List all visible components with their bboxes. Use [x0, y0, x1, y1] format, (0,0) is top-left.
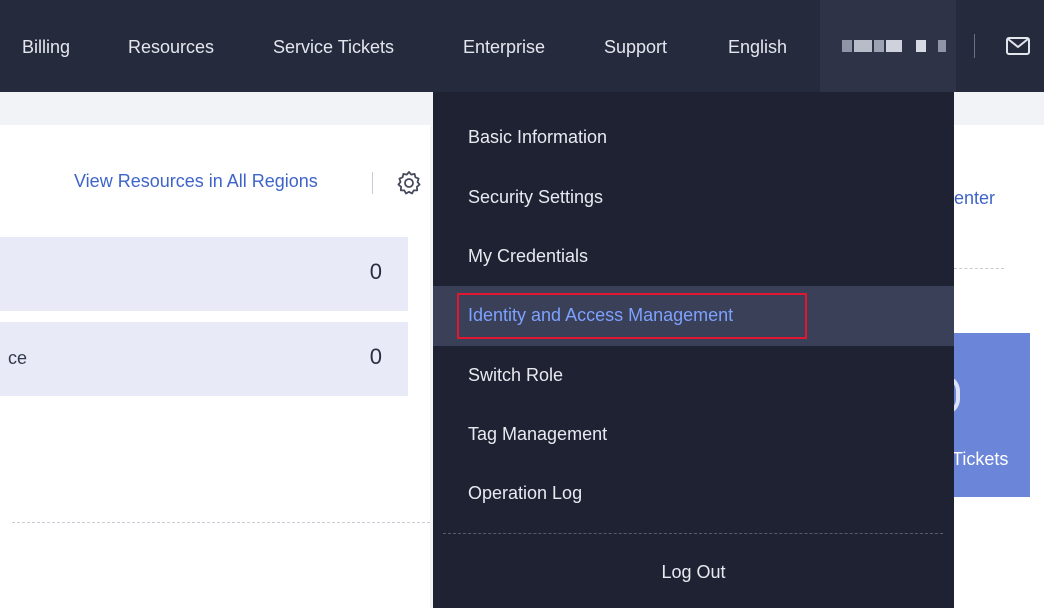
nav-language[interactable]: English: [728, 36, 787, 58]
menu-item-basic-information[interactable]: Basic Information: [433, 108, 954, 168]
center-link[interactable]: enter: [954, 188, 995, 209]
gear-icon[interactable]: [396, 170, 422, 196]
logout-button[interactable]: Log Out: [433, 544, 954, 604]
menu-item-label: Basic Information: [468, 127, 608, 147]
menu-item-security-settings[interactable]: Security Settings: [433, 168, 954, 228]
menu-item-label: Operation Log: [468, 483, 583, 503]
menu-divider: [443, 533, 943, 534]
nav-billing[interactable]: Billing: [22, 36, 70, 58]
resource-row-label: ce: [8, 348, 28, 368]
topbar-divider: [974, 34, 975, 58]
menu-item-my-credentials[interactable]: My Credentials: [433, 227, 954, 287]
section-divider: [954, 268, 1004, 269]
resource-row[interactable]: 0: [0, 237, 408, 311]
menu-item-label: Tag Management: [468, 424, 608, 444]
top-navigation-bar: Billing Resources Service Tickets Enterp…: [0, 0, 1044, 92]
nav-service-tickets[interactable]: Service Tickets: [273, 36, 394, 58]
menu-item-label: Switch Role: [468, 365, 564, 385]
menu-item-label: Identity and Access Management: [468, 305, 734, 325]
service-tickets-card[interactable]: Tickets: [944, 333, 1030, 497]
account-name-redacted-icon: [842, 40, 946, 52]
resource-row-count: 0: [369, 259, 382, 284]
nav-resources[interactable]: Resources: [128, 36, 214, 58]
resource-row[interactable]: ce 0: [0, 322, 408, 396]
menu-item-switch-role[interactable]: Switch Role: [433, 346, 954, 406]
menu-item-identity-and-access-management[interactable]: Identity and Access Management: [433, 286, 954, 346]
account-menu-trigger[interactable]: [820, 0, 956, 92]
menu-item-label: My Credentials: [468, 246, 589, 266]
resource-row-count: 0: [369, 344, 382, 369]
section-divider: [12, 522, 430, 523]
view-all-regions-link[interactable]: View Resources in All Regions: [74, 171, 318, 192]
logout-label: Log Out: [661, 562, 726, 582]
nav-enterprise[interactable]: Enterprise: [463, 36, 545, 58]
link-separator: [372, 172, 373, 194]
menu-item-label: Security Settings: [468, 187, 604, 207]
menu-item-operation-log[interactable]: Operation Log: [433, 464, 954, 524]
nav-support[interactable]: Support: [604, 36, 667, 58]
menu-item-tag-management[interactable]: Tag Management: [433, 405, 954, 465]
account-dropdown-menu: Basic Information Security Settings My C…: [433, 92, 954, 608]
tickets-label: Tickets: [952, 449, 1009, 469]
mail-icon[interactable]: [1005, 36, 1031, 56]
